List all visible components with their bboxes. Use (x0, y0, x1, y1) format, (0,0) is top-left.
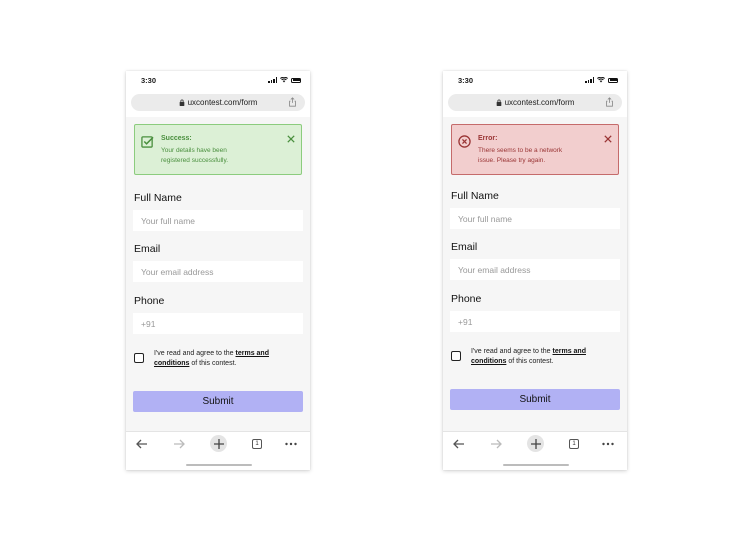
phone-input[interactable]: +91 (450, 311, 620, 332)
full-name-input[interactable]: Your full name (133, 210, 303, 231)
terms-checkbox[interactable] (134, 353, 144, 363)
terms-link[interactable]: terms and (553, 348, 586, 355)
new-tab-button[interactable] (210, 435, 227, 452)
circle-x-icon (458, 135, 471, 148)
full-name-input[interactable]: Your full name (450, 208, 620, 229)
wifi-icon (280, 77, 288, 83)
terms-text: I've read and agree to the terms and cond… (471, 348, 586, 365)
status-time: 3:30 (141, 76, 157, 85)
arrow-left-icon (453, 439, 464, 449)
close-icon[interactable] (604, 135, 612, 143)
email-input[interactable]: Your email address (450, 259, 620, 280)
more-button[interactable] (601, 437, 615, 451)
back-button[interactable] (135, 437, 149, 451)
wifi-icon (597, 77, 605, 83)
arrow-left-icon (136, 439, 147, 449)
battery-icon (608, 77, 618, 83)
email-label: Email (134, 243, 161, 255)
status-time: 3:30 (458, 76, 474, 85)
alert-title: Success: (161, 135, 192, 142)
phone-input[interactable]: +91 (133, 313, 303, 334)
terms-link[interactable]: terms and (236, 350, 269, 357)
tabs-button[interactable]: 1 (567, 437, 581, 451)
address-bar[interactable]: uxcontest.com/form (131, 94, 305, 111)
status-bar: 3:30 (126, 71, 310, 89)
error-alert: Error: There seems to be a network issue.… (451, 124, 619, 175)
back-button[interactable] (452, 437, 466, 451)
plus-icon (530, 438, 541, 449)
new-tab-button[interactable] (527, 435, 544, 452)
phone-error: 3:30 uxcontest.com/form Error: There see… (443, 71, 627, 470)
address-bar[interactable]: uxcontest.com/form (448, 94, 622, 111)
signal-icon (268, 77, 277, 83)
terms-text: I've read and agree to the terms and cond… (154, 350, 269, 367)
url-text: uxcontest.com/form (187, 98, 258, 107)
more-dots-icon (602, 442, 614, 446)
submit-button[interactable]: Submit (133, 391, 303, 412)
conditions-link[interactable]: conditions (154, 360, 189, 367)
signal-icon (585, 77, 594, 83)
close-icon[interactable] (287, 135, 295, 143)
tabs-icon: 1 (569, 439, 579, 449)
phone-success: 3:30 uxcontest.com/form Success: Your de… (126, 71, 310, 470)
email-input[interactable]: Your email address (133, 261, 303, 282)
phone-label: Phone (134, 295, 165, 307)
success-alert: Success: Your details have been registere… (134, 124, 302, 175)
home-indicator (503, 463, 569, 466)
phone-label: Phone (451, 293, 482, 305)
conditions-link[interactable]: conditions (471, 358, 506, 365)
battery-icon (291, 77, 301, 83)
browser-toolbar: 1 (126, 431, 310, 470)
lock-icon (496, 99, 501, 106)
full-name-label: Full Name (134, 192, 182, 204)
home-indicator (186, 463, 252, 466)
submit-button[interactable]: Submit (450, 389, 620, 410)
more-dots-icon (285, 442, 297, 446)
terms-checkbox[interactable] (451, 351, 461, 361)
arrow-right-icon (491, 439, 502, 449)
arrow-right-icon (174, 439, 185, 449)
share-icon[interactable] (605, 97, 614, 107)
url-text: uxcontest.com/form (504, 98, 575, 107)
forward-button[interactable] (489, 437, 503, 451)
share-icon[interactable] (288, 97, 297, 107)
alert-title: Error: (478, 135, 498, 142)
forward-button[interactable] (172, 437, 186, 451)
email-label: Email (451, 241, 478, 253)
alert-message: Your details have been registered success… (161, 147, 229, 164)
full-name-label: Full Name (451, 190, 499, 202)
tabs-button[interactable]: 1 (250, 437, 264, 451)
tabs-icon: 1 (252, 439, 262, 449)
plus-icon (213, 438, 224, 449)
lock-icon (179, 99, 184, 106)
alert-message: There seems to be a network issue. Please… (478, 147, 563, 164)
status-bar: 3:30 (443, 71, 627, 89)
more-button[interactable] (284, 437, 298, 451)
browser-toolbar: 1 (443, 431, 627, 470)
checkbox-check-icon (141, 136, 154, 148)
